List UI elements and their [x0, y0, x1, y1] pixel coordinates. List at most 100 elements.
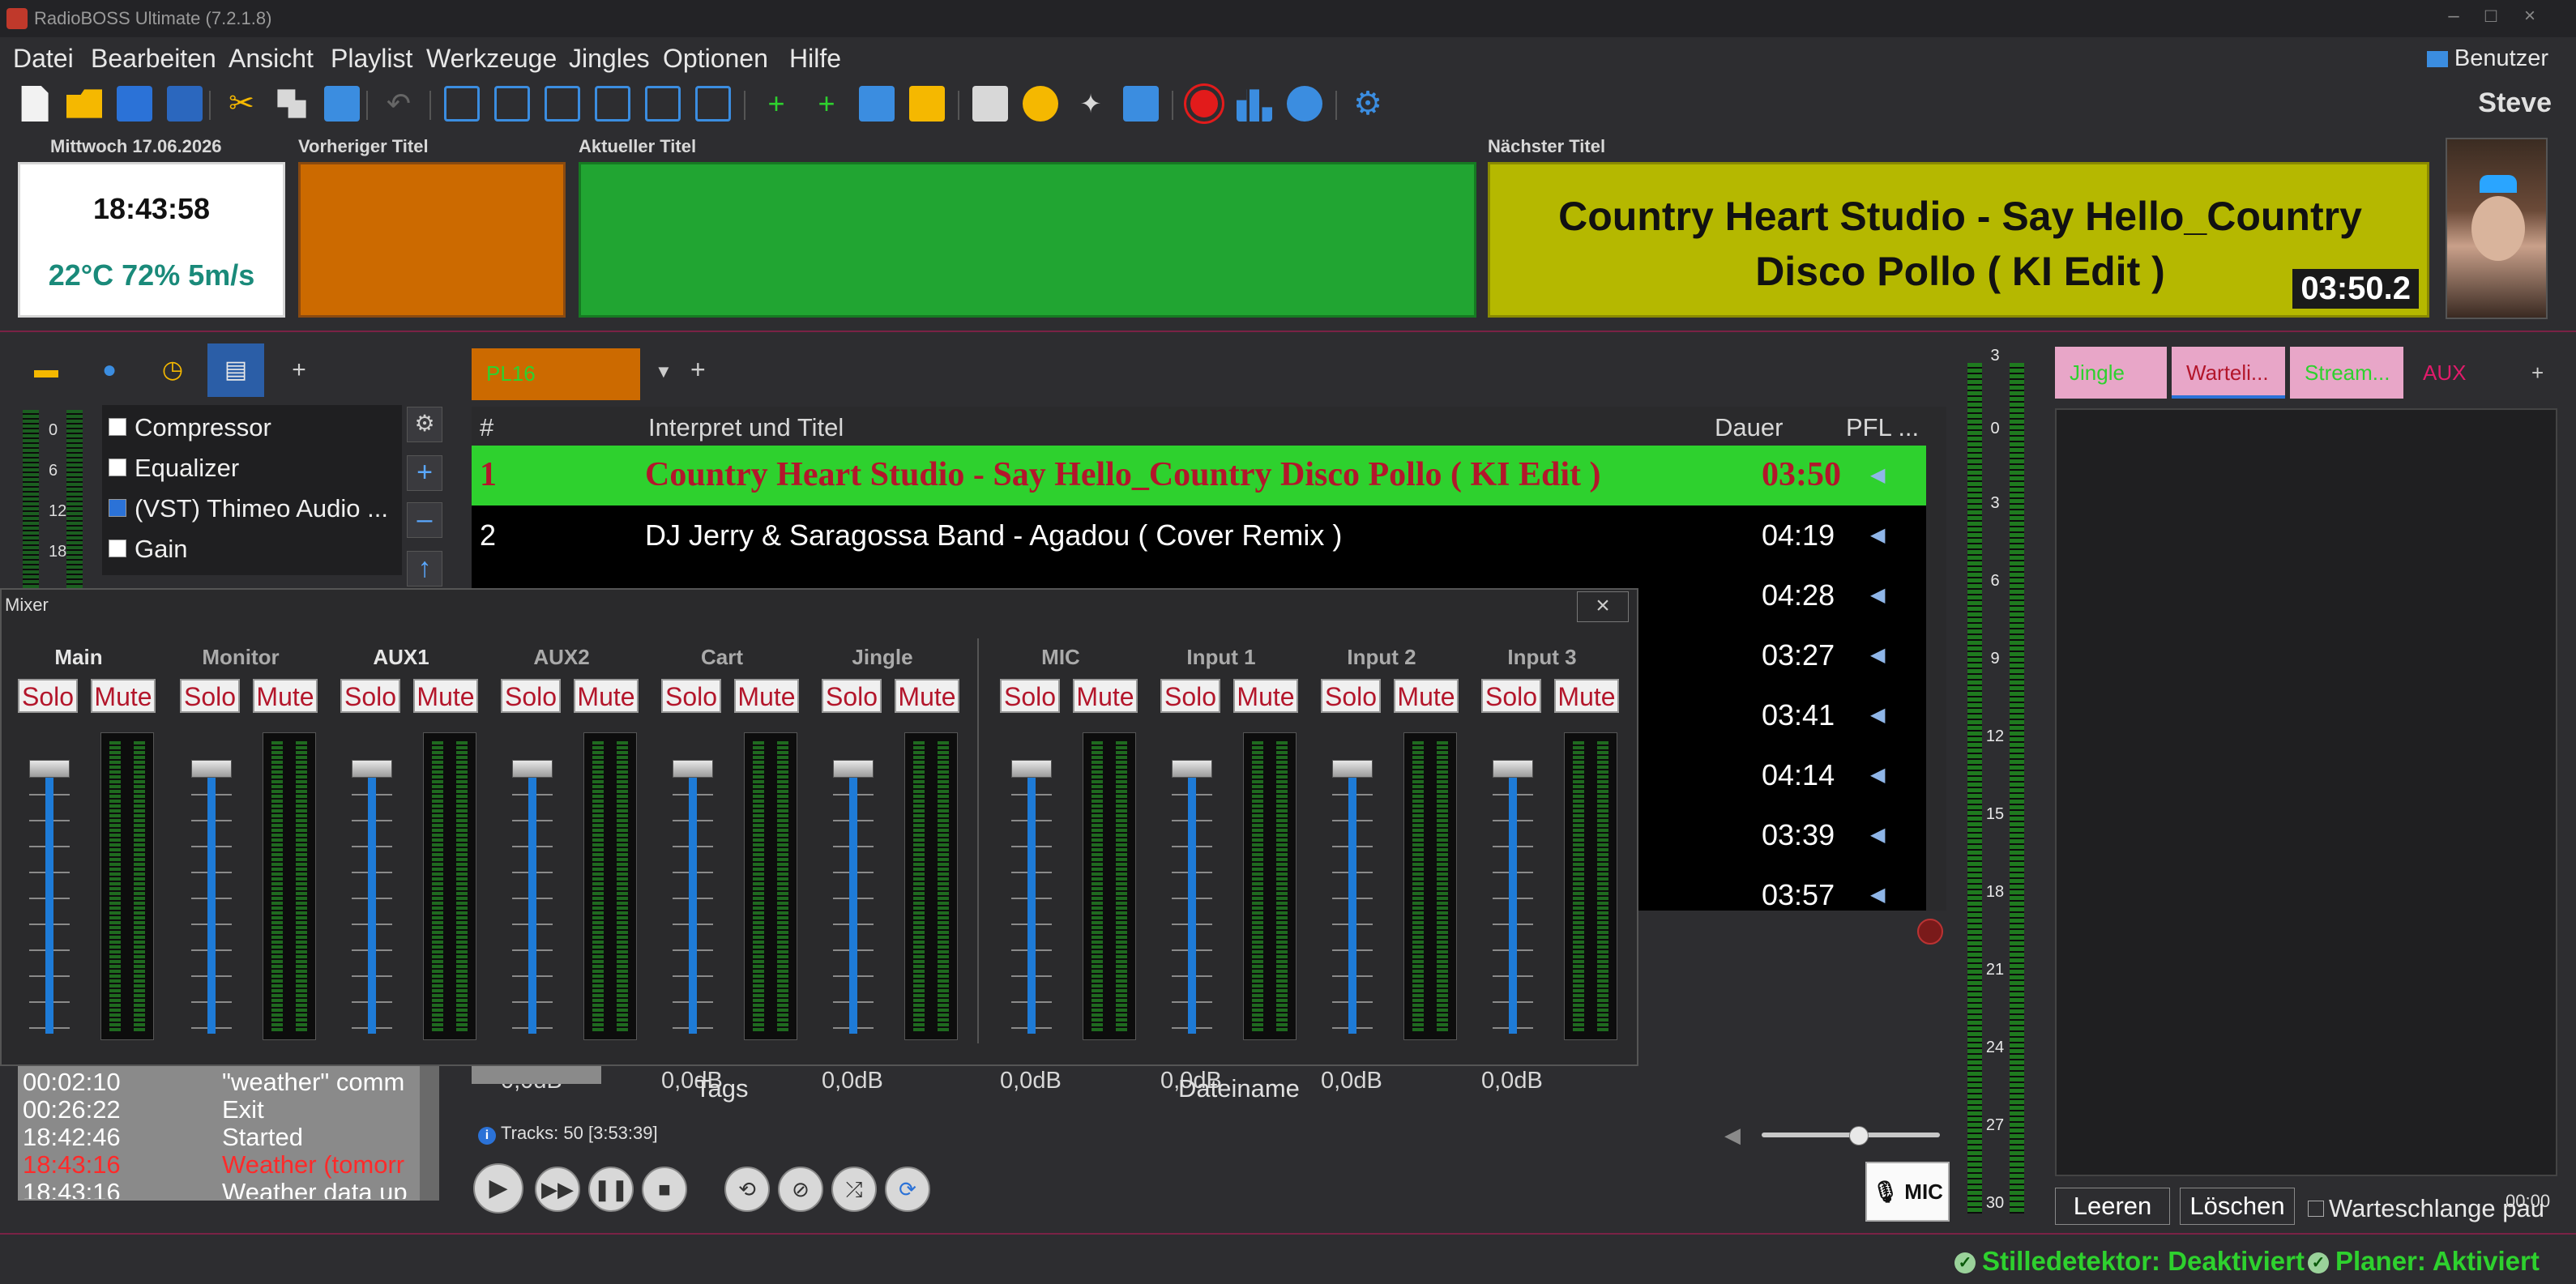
solo-button[interactable]: Solo: [1481, 679, 1541, 713]
layout-5-icon[interactable]: [645, 86, 681, 122]
layout-3-icon[interactable]: [545, 86, 580, 122]
disable-icon[interactable]: ⊘: [778, 1167, 823, 1212]
pfl-speaker-icon[interactable]: ◀: [1870, 703, 1890, 726]
solo-button[interactable]: Solo: [661, 679, 721, 713]
pfl-speaker-icon[interactable]: ◀: [1870, 643, 1890, 666]
menu-jingles[interactable]: Jingles: [569, 44, 650, 74]
stop-button[interactable]: ■: [642, 1167, 687, 1212]
playlist-row[interactable]: 2 DJ Jerry & Saragossa Band - Agadou ( C…: [472, 505, 1926, 565]
globe-icon[interactable]: [1287, 86, 1322, 122]
menu-bearbeiten[interactable]: Bearbeiten: [91, 44, 216, 74]
undo-icon[interactable]: ↶: [381, 86, 417, 122]
mute-button[interactable]: Mute: [1073, 679, 1138, 713]
horizontal-scrollbar[interactable]: [472, 1066, 601, 1084]
remove-effect-button[interactable]: –: [407, 502, 442, 538]
menu-werkzeuge[interactable]: Werkzeuge: [426, 44, 557, 74]
report-icon[interactable]: [1123, 86, 1159, 122]
fader-track[interactable]: [1027, 766, 1036, 1034]
solo-button[interactable]: Solo: [18, 679, 78, 713]
add-file-icon[interactable]: +: [809, 86, 844, 122]
tab-aux[interactable]: AUX: [2408, 347, 2506, 399]
column-number[interactable]: #: [480, 413, 493, 442]
menu-ansicht[interactable]: Ansicht: [229, 44, 314, 74]
effect-compressor[interactable]: Compressor: [109, 413, 271, 450]
solo-button[interactable]: Solo: [340, 679, 400, 713]
add-folder-icon[interactable]: [859, 86, 895, 122]
delete-button[interactable]: Löschen: [2180, 1188, 2295, 1225]
planner-status[interactable]: ✓ Planer: Aktiviert: [2308, 1246, 2540, 1277]
statistics-icon[interactable]: [1237, 89, 1272, 122]
fader-knob[interactable]: [1493, 760, 1533, 778]
stop-record-icon[interactable]: [1917, 919, 1943, 945]
fader-knob[interactable]: [673, 760, 713, 778]
mixer-close-button[interactable]: ×: [1577, 591, 1629, 622]
tab-explorer-folder-icon[interactable]: ▬: [18, 343, 75, 397]
maximize-button[interactable]: □: [2476, 5, 2506, 29]
mute-button[interactable]: Mute: [574, 679, 639, 713]
effect-settings-gear-icon[interactable]: ⚙: [407, 407, 442, 442]
add-effect-button[interactable]: +: [407, 455, 442, 491]
tab-history-clock-icon[interactable]: ◷: [144, 343, 201, 397]
solo-button[interactable]: Solo: [1000, 679, 1060, 713]
column-artist-title[interactable]: Interpret und Titel: [648, 413, 844, 442]
checkbox-box[interactable]: [2308, 1201, 2324, 1217]
filename-column-header[interactable]: Dateiname: [1178, 1074, 1300, 1103]
settings-gear-icon[interactable]: ⚙: [1350, 86, 1386, 122]
minimize-button[interactable]: –: [2439, 5, 2468, 29]
fader-knob[interactable]: [352, 760, 392, 778]
menu-hilfe[interactable]: Hilfe: [789, 44, 841, 74]
close-window-button[interactable]: ×: [2515, 5, 2544, 29]
fader-track[interactable]: [689, 766, 697, 1034]
playlist-row[interactable]: 1 Country Heart Studio - Say Hello_Count…: [472, 446, 1926, 505]
effect-checkbox[interactable]: [109, 458, 126, 476]
new-file-icon[interactable]: [21, 86, 49, 122]
music-library-icon[interactable]: [1023, 86, 1058, 122]
mute-button[interactable]: Mute: [1394, 679, 1459, 713]
fader-track[interactable]: [528, 766, 536, 1034]
layout-2-icon[interactable]: [494, 86, 530, 122]
pfl-speaker-icon[interactable]: ◀: [1870, 463, 1890, 486]
pfl-speaker-icon[interactable]: ◀: [1870, 883, 1890, 906]
pfl-speaker-icon[interactable]: ◀: [1870, 523, 1890, 546]
copy-icon[interactable]: [277, 89, 306, 118]
save-all-icon[interactable]: [167, 86, 203, 122]
effect-checkbox[interactable]: [109, 539, 126, 557]
solo-button[interactable]: Solo: [1321, 679, 1381, 713]
tools-icon[interactable]: ✦: [1073, 86, 1109, 122]
solo-button[interactable]: Solo: [822, 679, 882, 713]
playlist-scrollbar[interactable]: [1926, 446, 1946, 911]
effect-equalizer[interactable]: Equalizer: [109, 454, 239, 491]
fader-knob[interactable]: [1332, 760, 1373, 778]
layout-4-icon[interactable]: [595, 86, 630, 122]
solo-button[interactable]: Solo: [501, 679, 561, 713]
fader-track[interactable]: [45, 766, 53, 1034]
mute-button[interactable]: Mute: [1554, 679, 1619, 713]
volume-slider[interactable]: [1762, 1126, 1940, 1145]
column-pfl[interactable]: PFL ...: [1846, 413, 1919, 442]
fader-track[interactable]: [1509, 766, 1517, 1034]
mute-button[interactable]: Mute: [1233, 679, 1298, 713]
mute-button[interactable]: Mute: [253, 679, 318, 713]
menu-datei[interactable]: Datei: [13, 44, 74, 74]
user-button[interactable]: Benutzer: [2426, 45, 2548, 72]
column-duration[interactable]: Dauer: [1715, 413, 1783, 442]
tab-jingle[interactable]: Jingle: [2055, 347, 2167, 399]
tab-effects-icon[interactable]: ▤: [207, 343, 264, 397]
volume-slider-knob[interactable]: [1849, 1126, 1869, 1145]
fader-knob[interactable]: [833, 760, 874, 778]
log-scrollbar[interactable]: [420, 1066, 439, 1201]
add-track-icon[interactable]: +: [758, 86, 794, 122]
silence-detector-status[interactable]: ✓ Stilledetektor: Deaktiviert: [1954, 1246, 2305, 1277]
solo-button[interactable]: Solo: [1160, 679, 1220, 713]
play-button[interactable]: ▶: [473, 1163, 523, 1214]
menu-optionen[interactable]: Optionen: [663, 44, 768, 74]
layout-1-icon[interactable]: [444, 86, 480, 122]
fader-track[interactable]: [207, 766, 216, 1034]
tab-stream[interactable]: Stream...: [2290, 347, 2403, 399]
tags-column-header[interactable]: Tags: [695, 1074, 748, 1103]
paste-icon[interactable]: [324, 86, 360, 122]
effect-vst-thimeo[interactable]: (VST) Thimeo Audio ...: [109, 494, 388, 531]
mic-button[interactable]: 🎙 MIC: [1865, 1162, 1950, 1222]
shuffle-icon[interactable]: ⤮: [831, 1167, 877, 1212]
solo-button[interactable]: Solo: [180, 679, 240, 713]
